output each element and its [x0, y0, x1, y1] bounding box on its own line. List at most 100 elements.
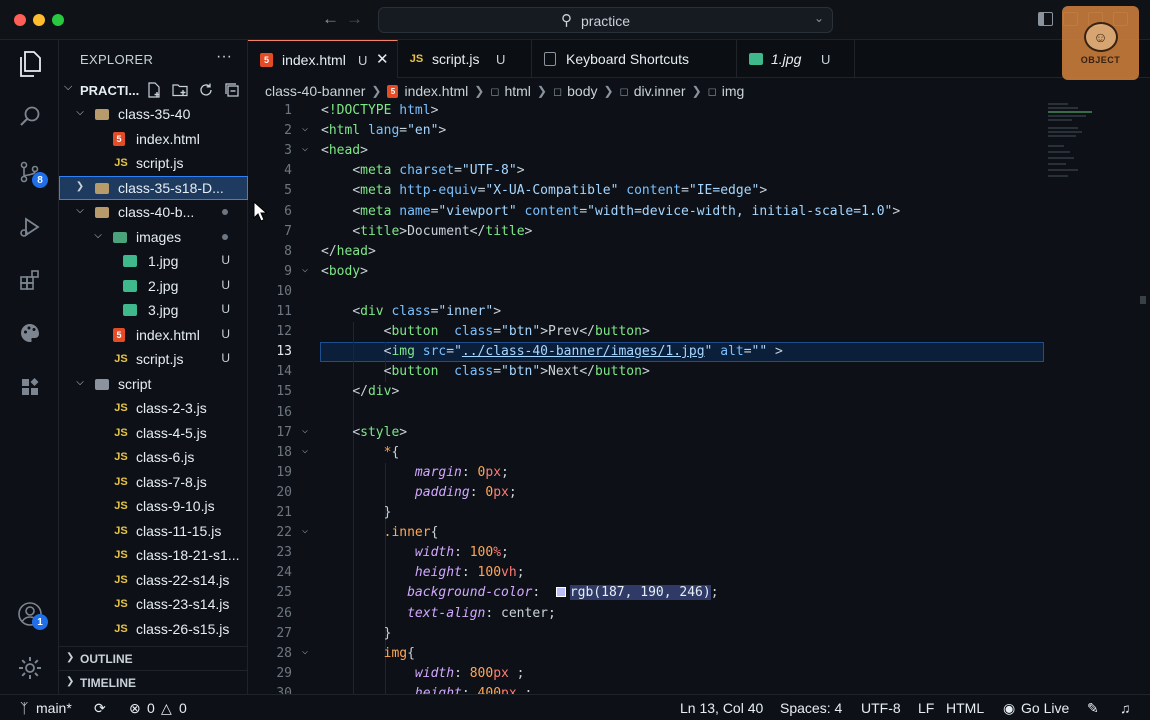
- notifications-bell-icon[interactable]: ♫: [1120, 700, 1131, 716]
- breadcrumb-html[interactable]: html: [504, 83, 530, 99]
- chevron-down-icon[interactable]: ⌵: [75, 377, 85, 388]
- cursor-position[interactable]: Ln 13, Col 40: [680, 700, 763, 716]
- warning-count[interactable]: 0: [179, 700, 187, 716]
- code-line[interactable]: 20 padding: 0px;: [248, 483, 1048, 503]
- tab-index-html[interactable]: 5 index.html U ✕: [248, 40, 398, 78]
- extensions-icon[interactable]: [14, 264, 46, 296]
- collapse-all-icon[interactable]: [223, 81, 240, 98]
- language-mode[interactable]: HTML: [946, 700, 984, 716]
- tree-item-js[interactable]: JS class-9-10.js: [59, 494, 248, 518]
- chevron-down-icon[interactable]: ⌵: [93, 230, 103, 241]
- back-arrow-icon[interactable]: ←: [322, 9, 339, 29]
- remote-explorer-icon[interactable]: [14, 371, 46, 403]
- tree-item-img-folder[interactable]: ⌵ images: [59, 225, 248, 249]
- error-count[interactable]: 0: [147, 700, 155, 716]
- settings-gear-icon[interactable]: [14, 652, 46, 684]
- fold-chevron-icon[interactable]: ⌵: [302, 425, 308, 436]
- maximize-window-button[interactable]: [52, 14, 64, 26]
- code-line[interactable]: 10: [248, 282, 1048, 302]
- tree-item-img[interactable]: 3.jpg U: [59, 298, 248, 322]
- error-icon[interactable]: ⊗: [129, 700, 141, 717]
- code-line[interactable]: 16: [248, 403, 1048, 423]
- account-icon[interactable]: 1: [14, 598, 48, 630]
- code-line[interactable]: 21 }: [248, 503, 1048, 523]
- code-line[interactable]: 26 text-align: center;: [248, 604, 1048, 624]
- code-line[interactable]: 6 <meta name="viewport" content="width=d…: [248, 202, 1048, 222]
- run-debug-icon[interactable]: [14, 211, 46, 243]
- code-line[interactable]: 11 <div class="inner">: [248, 302, 1048, 322]
- tree-item-folder[interactable]: ⌵ class-40-b...: [59, 200, 248, 224]
- new-folder-icon[interactable]: [171, 81, 188, 98]
- breadcrumb-file[interactable]: index.html: [404, 83, 468, 99]
- tree-item-js[interactable]: JS class-6.js: [59, 445, 248, 469]
- code-line[interactable]: 12 <button class="btn">Prev</button>: [248, 322, 1048, 342]
- chevron-down-icon[interactable]: ⌄: [814, 11, 824, 25]
- tree-item-folder[interactable]: ⌵ class-35-40: [59, 102, 248, 126]
- indentation[interactable]: Spaces: 4: [780, 700, 842, 716]
- forward-arrow-icon[interactable]: →: [346, 9, 363, 29]
- search-icon[interactable]: [14, 101, 46, 133]
- code-line[interactable]: 18 ⌵ *{: [248, 443, 1048, 463]
- warning-icon[interactable]: △: [161, 700, 172, 717]
- code-line[interactable]: 25 background-color: rgb(187, 190, 246);: [248, 583, 1048, 603]
- color-swatch-icon[interactable]: [555, 587, 566, 598]
- code-line[interactable]: 3 ⌵ <head>: [248, 141, 1048, 161]
- close-window-button[interactable]: [14, 14, 26, 26]
- code-line[interactable]: 14 <button class="btn">Next</button>: [248, 362, 1048, 382]
- breadcrumb-body[interactable]: body: [567, 83, 597, 99]
- more-actions-icon[interactable]: ···: [216, 48, 232, 66]
- code-line[interactable]: 27 }: [248, 624, 1048, 644]
- code-line[interactable]: 2 ⌵ <html lang="en">: [248, 121, 1048, 141]
- tree-item-js[interactable]: JS script.js U: [59, 347, 248, 371]
- go-live-icon[interactable]: ◉: [1003, 700, 1015, 717]
- code-line[interactable]: 15 </div>: [248, 382, 1048, 402]
- feedback-icon[interactable]: ✎: [1087, 700, 1099, 717]
- go-live-button[interactable]: Go Live: [1021, 700, 1069, 716]
- tree-item-gear-folder[interactable]: ⌵ script: [59, 372, 248, 396]
- breadcrumb-folder[interactable]: class-40-banner: [265, 83, 365, 99]
- timeline-section[interactable]: ❯ TIMELINE: [59, 670, 248, 694]
- tree-item-img[interactable]: 1.jpg U: [59, 249, 248, 273]
- new-file-icon[interactable]: [145, 81, 162, 98]
- code-editor[interactable]: 1 <!DOCTYPE html> 2 ⌵ <html lang="en"> 3 ⌵ <hea…: [248, 101, 1048, 694]
- tab-1-jpg[interactable]: 1.jpg U: [737, 40, 855, 78]
- end-of-line[interactable]: LF: [918, 700, 934, 716]
- outline-section[interactable]: ❯ OUTLINE: [59, 646, 248, 670]
- code-line[interactable]: 19 margin: 0px;: [248, 463, 1048, 483]
- tree-item-js[interactable]: JS class-23-s14.js: [59, 592, 248, 616]
- chevron-down-icon[interactable]: ⌵: [64, 81, 72, 94]
- tree-item-img[interactable]: 2.jpg U: [59, 274, 248, 298]
- tree-item-html[interactable]: 5 index.html U: [59, 323, 248, 347]
- code-line[interactable]: 28 ⌵ img{: [248, 644, 1048, 664]
- code-line[interactable]: 17 ⌵ <style>: [248, 423, 1048, 443]
- encoding[interactable]: UTF-8: [861, 700, 901, 716]
- code-line[interactable]: 4 <meta charset="UTF-8">: [248, 161, 1048, 181]
- explorer-icon[interactable]: [14, 48, 46, 80]
- tree-item-html[interactable]: 5 index.html: [59, 127, 248, 151]
- toggle-sidebar-icon[interactable]: [1038, 12, 1053, 26]
- chevron-down-icon[interactable]: ⌵: [75, 205, 85, 216]
- fold-chevron-icon[interactable]: ⌵: [302, 646, 308, 657]
- tree-item-js[interactable]: JS class-4-5.js: [59, 421, 248, 445]
- minimize-window-button[interactable]: [33, 14, 45, 26]
- sync-icon[interactable]: ⟳: [94, 700, 106, 717]
- fold-chevron-icon[interactable]: ⌵: [302, 525, 308, 536]
- branch-name[interactable]: main*: [36, 700, 72, 716]
- breadcrumb-div[interactable]: div.inner: [634, 83, 686, 99]
- fold-chevron-icon[interactable]: ⌵: [302, 123, 308, 134]
- close-icon[interactable]: ✕: [376, 50, 389, 68]
- code-line[interactable]: 22 ⌵ .inner{: [248, 523, 1048, 543]
- source-control-icon[interactable]: 8: [14, 156, 48, 188]
- chevron-down-icon[interactable]: ⌵: [75, 107, 85, 118]
- branch-icon[interactable]: ᛉ: [20, 700, 28, 716]
- code-line[interactable]: 13 <img src="../class-40-banner/images/1…: [248, 342, 1048, 362]
- code-line[interactable]: 29 width: 800px ;: [248, 664, 1048, 684]
- editor-scrollbar-thumb[interactable]: [1140, 296, 1146, 304]
- tree-item-js[interactable]: JS script.js: [59, 151, 248, 175]
- tree-item-js[interactable]: JS class-18-21-s1...: [59, 543, 248, 567]
- code-line[interactable]: 5 <meta http-equiv="X-UA-Compatible" con…: [248, 181, 1048, 201]
- fold-chevron-icon[interactable]: ⌵: [302, 445, 308, 456]
- code-line[interactable]: 8 </head>: [248, 242, 1048, 262]
- tree-item-js[interactable]: JS class-7-8.js: [59, 470, 248, 494]
- tree-item-folder[interactable]: ❯ class-35-s18-D...: [59, 175, 248, 200]
